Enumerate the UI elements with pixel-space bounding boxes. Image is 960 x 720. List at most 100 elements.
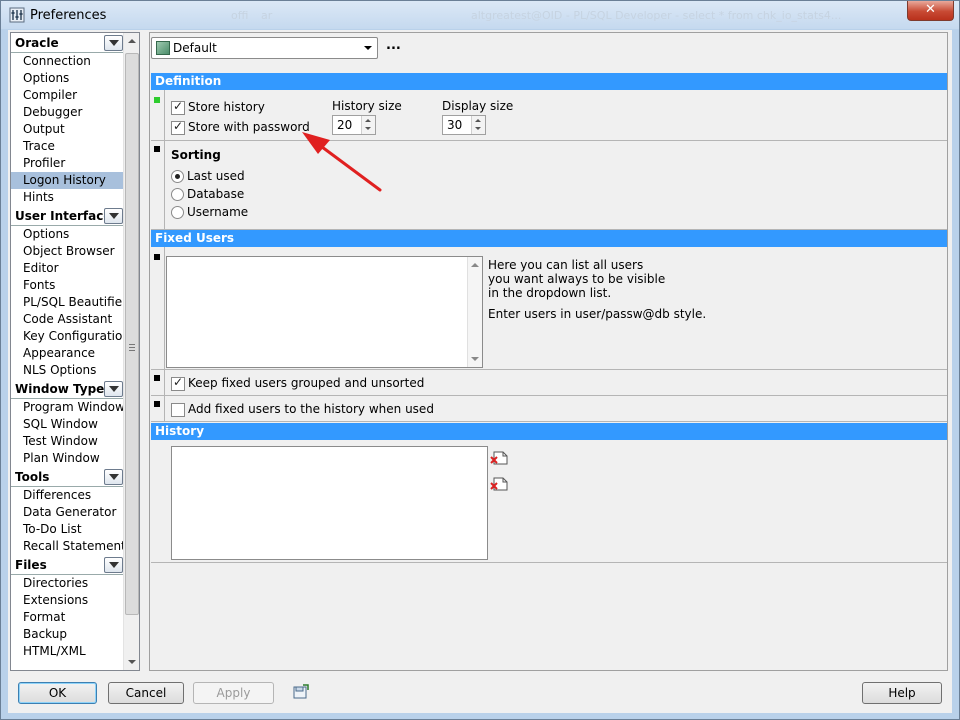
nav-item[interactable]: Program Window: [11, 399, 125, 416]
nav-item[interactable]: NLS Options: [11, 362, 123, 379]
nav-scrollbar[interactable]: [123, 33, 139, 670]
nav-item[interactable]: PL/SQL Beautifier: [11, 294, 127, 311]
keep-grouped-row: Keep fixed users grouped and unsorted: [151, 370, 947, 396]
spin-down-icon[interactable]: [475, 127, 481, 130]
collapse-dropdown-icon[interactable]: [104, 35, 123, 51]
profile-select[interactable]: Default: [151, 37, 378, 59]
profile-value: Default: [173, 41, 217, 55]
sort-username-label: Username: [187, 205, 249, 219]
nav-item[interactable]: To-Do List: [11, 521, 123, 538]
collapse-dropdown-icon[interactable]: [104, 381, 123, 397]
nav-item[interactable]: HTML/XML: [11, 643, 123, 660]
nav-category-label: Oracle: [15, 36, 59, 50]
history-size-spinner[interactable]: 20: [332, 115, 376, 135]
window-title: Preferences: [30, 8, 107, 23]
modified-marker: [154, 97, 160, 103]
scroll-down-icon[interactable]: [128, 660, 136, 664]
nav-item[interactable]: Debugger: [11, 104, 123, 121]
spin-down-icon[interactable]: [365, 127, 371, 130]
nav-category-label: Tools: [15, 470, 50, 484]
delete-all-icon[interactable]: [490, 477, 508, 491]
fixed-users-scrollbar[interactable]: [467, 257, 482, 367]
fixed-users-header: Fixed Users: [151, 230, 947, 247]
nav-item[interactable]: Plan Window: [11, 450, 123, 467]
save-profile-icon[interactable]: [293, 684, 309, 700]
nav-item[interactable]: Options: [11, 70, 123, 87]
nav-item[interactable]: Compiler: [11, 87, 123, 104]
nav-item[interactable]: Format: [11, 609, 123, 626]
nav-category-0[interactable]: Oracle: [11, 35, 123, 53]
sort-last-used-radio[interactable]: [171, 170, 184, 183]
nav-item[interactable]: Directories: [11, 575, 123, 592]
sort-username-radio[interactable]: [171, 206, 184, 219]
scroll-up-icon[interactable]: [128, 39, 136, 43]
setting-marker: [154, 254, 160, 260]
nav-item[interactable]: Hints: [11, 189, 123, 206]
store-history-checkbox[interactable]: [171, 99, 185, 115]
nav-item[interactable]: Profiler: [11, 155, 123, 172]
profile-more-button[interactable]: ...: [386, 38, 401, 53]
profile-cube-icon: [156, 41, 170, 55]
nav-item[interactable]: Code Assistant: [11, 311, 123, 328]
spin-up-icon[interactable]: [475, 119, 481, 122]
nav-item[interactable]: Fonts: [11, 277, 123, 294]
fixed-users-textarea[interactable]: [166, 256, 483, 368]
nav-item[interactable]: Differences: [11, 487, 123, 504]
nav-item[interactable]: Trace: [11, 138, 123, 155]
nav-category-3[interactable]: Tools: [11, 469, 123, 487]
nav-item[interactable]: Logon History: [11, 172, 123, 189]
collapse-dropdown-icon[interactable]: [104, 208, 123, 224]
nav-category-label: Files: [15, 558, 47, 572]
ok-button[interactable]: OK: [18, 682, 97, 704]
display-size-spinner[interactable]: 30: [442, 115, 486, 135]
delete-entry-icon[interactable]: [490, 451, 508, 465]
nav-item[interactable]: Output: [11, 121, 123, 138]
keep-grouped-checkbox[interactable]: [171, 375, 185, 391]
scroll-up-icon[interactable]: [471, 263, 479, 267]
sort-database-label: Database: [187, 187, 245, 201]
nav-category-label: User Interface: [15, 209, 112, 223]
nav-item[interactable]: Editor: [11, 260, 123, 277]
nav-item[interactable]: Appearance: [11, 345, 123, 362]
scroll-down-icon[interactable]: [471, 357, 479, 361]
nav-item[interactable]: Data Generator: [11, 504, 123, 521]
scroll-thumb[interactable]: [125, 53, 139, 615]
history-list[interactable]: [171, 446, 488, 560]
history-row: [151, 440, 947, 563]
history-header: History: [151, 423, 947, 440]
sort-database-radio[interactable]: [171, 188, 184, 201]
nav-item[interactable]: Extensions: [11, 592, 123, 609]
nav-category-2[interactable]: Window Types: [11, 381, 123, 399]
nav-item[interactable]: Key Configuration: [11, 328, 130, 345]
cancel-button[interactable]: Cancel: [108, 682, 184, 704]
sorting-label: Sorting: [171, 148, 221, 162]
collapse-dropdown-icon[interactable]: [104, 557, 123, 573]
fixed-users-row: Here you can list all users you want alw…: [151, 247, 947, 370]
add-to-history-checkbox[interactable]: [171, 403, 185, 417]
chevron-down-icon: [364, 46, 372, 50]
history-size-label: History size: [332, 99, 402, 113]
help-line-4: Enter users in user/passw@db style.: [488, 307, 707, 321]
collapse-dropdown-icon[interactable]: [104, 469, 123, 485]
help-button[interactable]: Help: [862, 682, 942, 704]
nav-item[interactable]: Backup: [11, 626, 123, 643]
definition-row: Store history Store with password Histor…: [151, 90, 947, 141]
nav-item[interactable]: Connection: [11, 53, 123, 70]
nav-category-1[interactable]: User Interface: [11, 208, 123, 226]
nav-item[interactable]: Object Browser: [11, 243, 123, 260]
display-size-value: 30: [447, 118, 463, 132]
title-bar[interactable]: Preferences offi ar altgreatest@OID - PL…: [1, 1, 959, 29]
nav-category-4[interactable]: Files: [11, 557, 123, 575]
apply-button[interactable]: Apply: [193, 682, 274, 704]
store-history-label: Store history: [188, 100, 265, 114]
setting-marker: [154, 375, 160, 381]
spin-up-icon[interactable]: [365, 119, 371, 122]
close-button[interactable]: ✕: [907, 1, 954, 21]
setting-marker: [154, 146, 160, 152]
nav-list: Oracle Connection Options Compiler Debugger O…: [11, 33, 130, 660]
nav-item[interactable]: Test Window: [11, 433, 123, 450]
store-with-password-checkbox[interactable]: [171, 119, 185, 135]
nav-item[interactable]: SQL Window: [11, 416, 123, 433]
nav-item[interactable]: Recall Statement: [11, 538, 126, 555]
nav-item[interactable]: Options: [11, 226, 123, 243]
